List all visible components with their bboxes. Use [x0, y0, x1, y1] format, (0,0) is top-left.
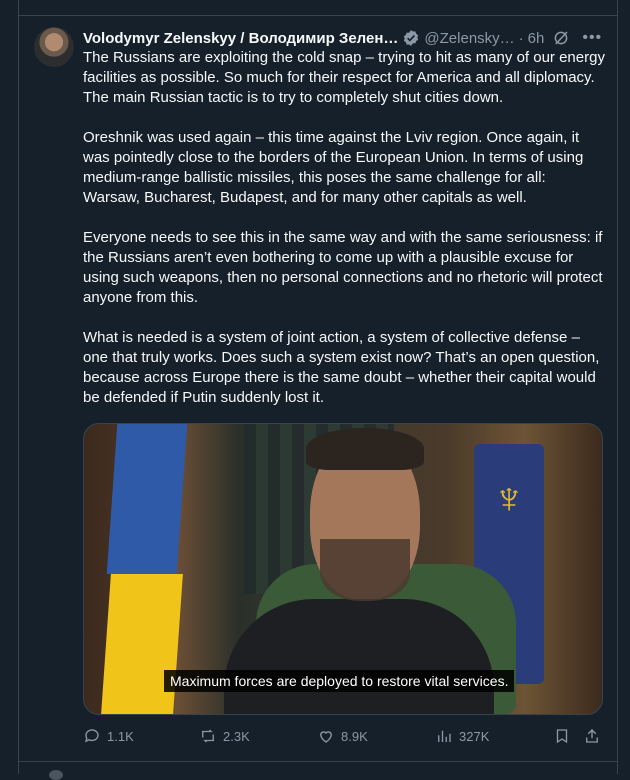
author-name[interactable]: Volodymyr Zelenskyy / Володимир Зелен… [83, 30, 398, 47]
view-count: 327K [459, 728, 490, 744]
bookmark-button[interactable] [553, 726, 577, 746]
speaker-body [224, 599, 494, 714]
next-tweet-avatar[interactable] [49, 770, 63, 780]
tweet-paragraph: The Russians are exploiting the cold sna… [83, 49, 605, 106]
reply-count: 1.1K [107, 728, 134, 744]
tweet-actions: 1.1K 2.3K 8.9K 327K [83, 726, 603, 746]
time-separator: · [518, 29, 524, 47]
tweet-paragraph: Everyone needs to see this in the same w… [83, 229, 603, 306]
flag-blue-stripe [106, 424, 188, 574]
share-icon [586, 729, 598, 743]
reply-icon [84, 729, 99, 743]
author-handle[interactable]: @Zelensky… [424, 30, 514, 47]
verified-badge-icon [404, 30, 419, 46]
timestamp[interactable]: 6h [528, 30, 545, 47]
tweet-text: The Russians are exploiting the cold sna… [83, 48, 606, 428]
timeline-column: Volodymyr Zelenskyy / Володимир Зелен… @… [18, 0, 618, 780]
share-button[interactable] [583, 726, 607, 746]
speaker-hair [306, 428, 424, 470]
divider [19, 761, 617, 762]
bookmark-icon [556, 729, 568, 744]
tweet-header: Volodymyr Zelenskyy / Володимир Зелен… @… [83, 28, 603, 48]
divider [19, 15, 617, 16]
tweet-paragraph: Oreshnik was used again – this time agai… [83, 129, 584, 206]
tweet-paragraph: What is needed is a system of joint acti… [83, 329, 600, 406]
views-icon [438, 730, 451, 742]
more-options-icon[interactable]: ••• [582, 29, 602, 47]
repost-icon [202, 729, 214, 743]
like-button[interactable]: 8.9K [317, 726, 368, 746]
trident-icon: ♆ [492, 474, 526, 523]
repost-button[interactable]: 2.3K [199, 726, 250, 746]
heart-icon [320, 731, 332, 743]
repost-count: 2.3K [223, 728, 250, 744]
speaker-beard [320, 539, 410, 601]
avatar[interactable] [34, 27, 74, 67]
like-count: 8.9K [341, 728, 368, 744]
reply-button[interactable]: 1.1K [83, 726, 134, 746]
video-subtitle: Maximum forces are deployed to restore v… [164, 670, 515, 692]
flag-yellow-stripe [101, 574, 183, 714]
video-player[interactable]: ♆ Maximum forces are deployed to restore… [83, 423, 603, 715]
grok-icon[interactable] [552, 29, 570, 47]
views-button[interactable]: 327K [435, 726, 489, 746]
